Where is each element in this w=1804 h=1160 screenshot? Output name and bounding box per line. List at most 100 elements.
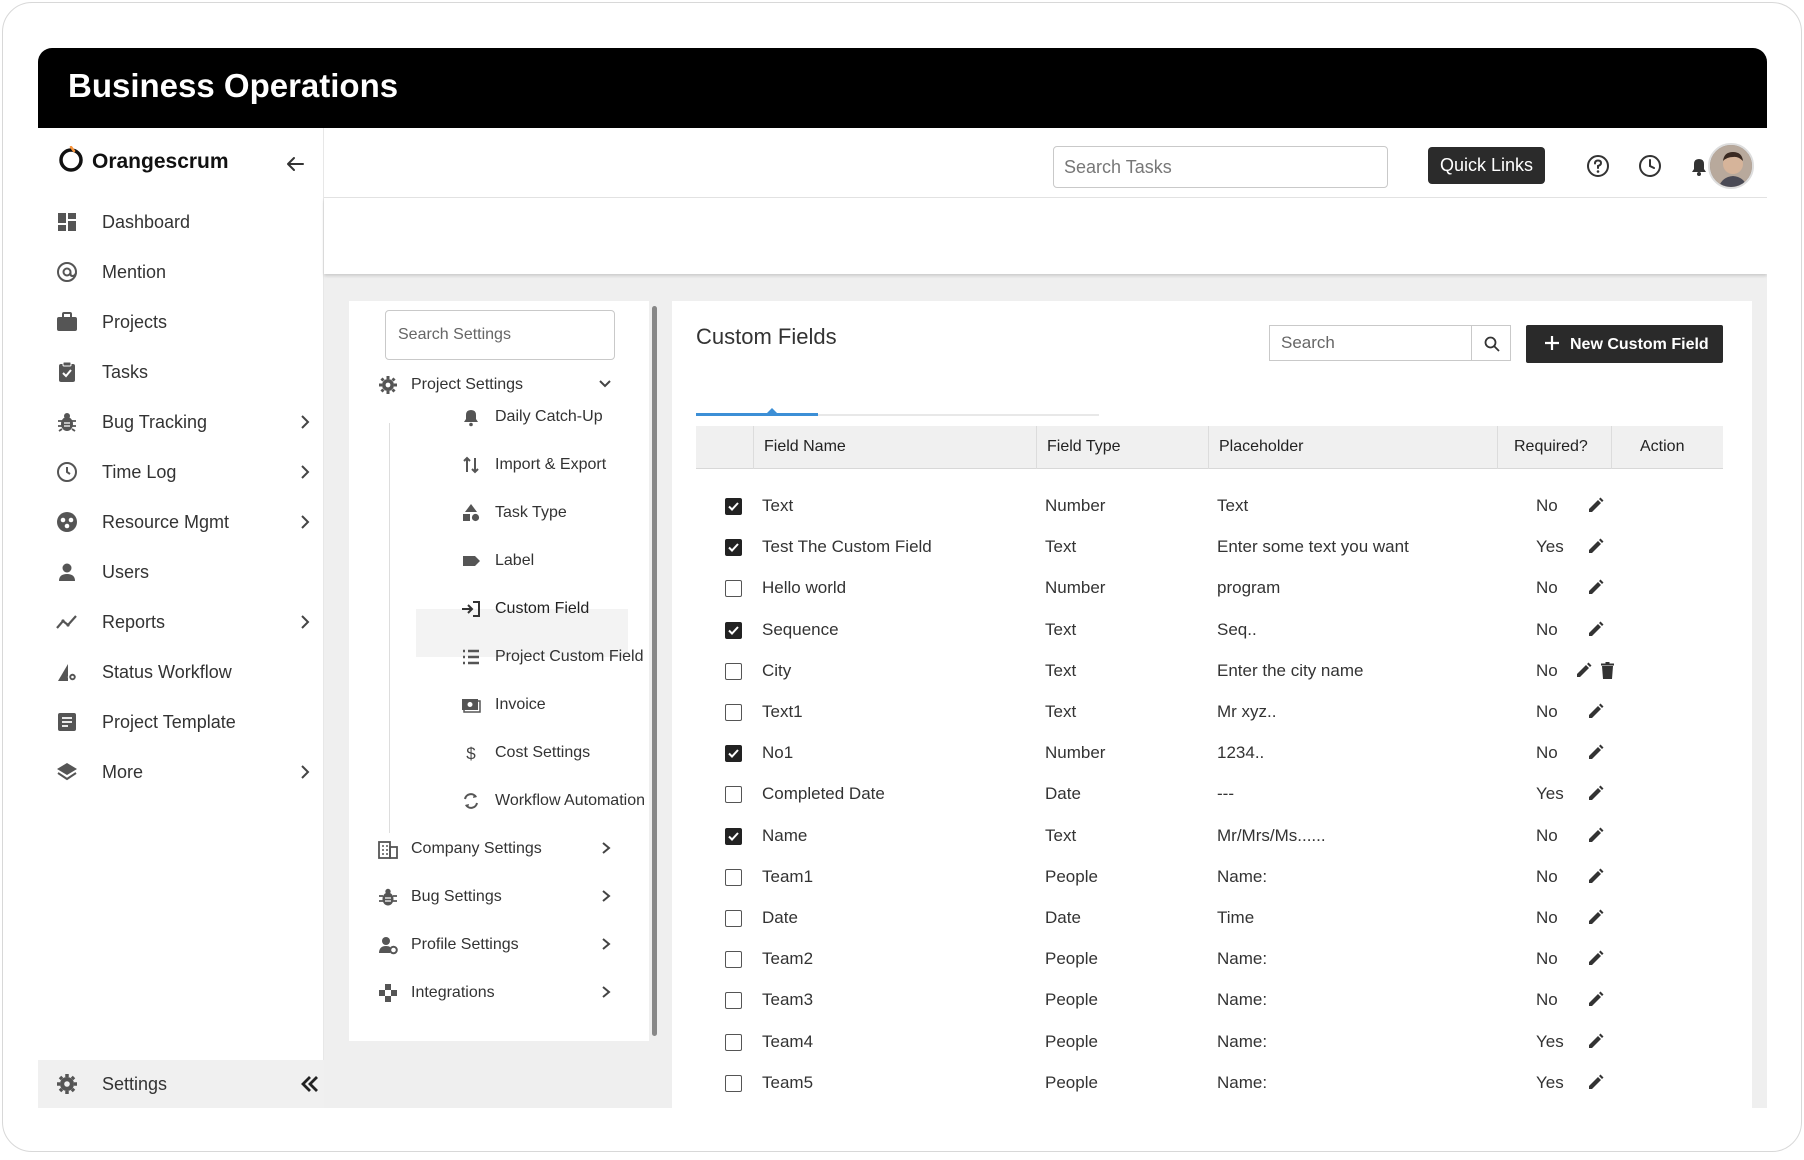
edit-icon[interactable] xyxy=(1586,620,1605,639)
edit-icon[interactable] xyxy=(1586,702,1605,721)
settings-item-text: Import & Export xyxy=(495,456,607,473)
row-checkbox[interactable] xyxy=(725,539,742,557)
cell-field-type: People xyxy=(1045,1072,1098,1092)
edit-icon[interactable] xyxy=(1586,578,1605,597)
clock-icon[interactable] xyxy=(1637,153,1663,179)
column-header-field-type[interactable]: Field Type xyxy=(1047,438,1121,456)
row-checkbox[interactable] xyxy=(725,1033,742,1051)
edit-icon[interactable] xyxy=(1586,990,1605,1009)
edit-icon[interactable] xyxy=(1586,743,1605,762)
settings-item-cost-settings[interactable]: $ Cost Settings xyxy=(458,730,628,776)
settings-item-import-export[interactable]: Import & Export xyxy=(458,442,628,488)
settings-group-company-settings[interactable]: Company Settings xyxy=(378,826,648,872)
custom-field-search-input[interactable] xyxy=(1269,325,1471,361)
column-header-required[interactable]: Required? xyxy=(1514,438,1588,456)
row-checkbox[interactable] xyxy=(725,580,742,598)
cell-field-type: People xyxy=(1045,949,1098,969)
settings-item-task-type[interactable]: Task Type xyxy=(458,490,628,536)
sidebar-item-more[interactable]: More xyxy=(38,750,324,794)
settings-item-workflow-automation[interactable]: Workflow Automation xyxy=(458,778,645,824)
settings-item-daily-catch-up[interactable]: Daily Catch-Up xyxy=(458,394,628,440)
table-row: Text Number Text No xyxy=(696,486,1723,527)
table-row: No1 Number 1234.. No xyxy=(696,733,1723,774)
table-row: City Text Enter the city name No xyxy=(696,651,1723,692)
edit-icon[interactable] xyxy=(1586,537,1605,556)
search-settings-input[interactable] xyxy=(385,310,615,360)
row-checkbox[interactable] xyxy=(725,662,742,680)
edit-icon[interactable] xyxy=(1586,908,1605,927)
cell-field-type: Text xyxy=(1045,537,1077,557)
collapse-double-chevron-icon[interactable] xyxy=(300,1075,320,1093)
cell-field-type: Number xyxy=(1045,496,1106,515)
sidebar-item-tasks[interactable]: Tasks xyxy=(38,350,324,394)
sidebar-item-project-template[interactable]: Project Template xyxy=(38,700,324,744)
edit-icon[interactable] xyxy=(1586,784,1605,803)
cell-placeholder: Enter some text you want xyxy=(1217,537,1409,557)
settings-panel-scrollbar[interactable] xyxy=(652,306,657,1036)
sidebar-item-projects[interactable]: Projects xyxy=(38,300,324,344)
row-checkbox[interactable] xyxy=(725,786,742,804)
settings-group-bug-settings[interactable]: Bug Settings xyxy=(378,874,648,920)
row-checkbox[interactable] xyxy=(725,951,742,969)
cell-placeholder: Text xyxy=(1217,496,1249,515)
edit-icon[interactable] xyxy=(1586,949,1605,968)
integrations-icon xyxy=(379,984,397,1002)
row-checkbox[interactable] xyxy=(725,745,742,763)
sidebar-item-resource-mgmt[interactable]: Resource Mgmt xyxy=(38,500,324,544)
resource-icon xyxy=(57,512,77,532)
edit-icon[interactable] xyxy=(1574,661,1593,680)
sidebar-item-settings[interactable]: Settings xyxy=(38,1060,324,1108)
cell-field-name: Sequence xyxy=(762,619,839,639)
edit-icon[interactable] xyxy=(1586,1073,1605,1092)
settings-group-label: Bug Settings xyxy=(411,888,502,905)
sidebar-item-reports[interactable]: Reports xyxy=(38,600,324,644)
sidebar-item-status-workflow[interactable]: Status Workflow xyxy=(38,650,324,694)
sidebar-item-label: Time Log xyxy=(102,462,177,482)
tab-active-indicator[interactable] xyxy=(696,413,818,416)
cell-placeholder: Name: xyxy=(1217,866,1268,886)
settings-item-custom-field[interactable]: Custom Field xyxy=(458,586,628,632)
row-checkbox[interactable] xyxy=(725,498,742,515)
cell-placeholder: 1234.. xyxy=(1217,743,1265,763)
sidebar-item-bug-tracking[interactable]: Bug Tracking xyxy=(38,400,324,444)
back-arrow-icon[interactable] xyxy=(283,152,307,176)
sidebar-item-users[interactable]: Users xyxy=(38,550,324,594)
at-icon xyxy=(57,262,77,282)
edit-icon[interactable] xyxy=(1586,867,1605,886)
settings-item-label[interactable]: Label xyxy=(458,538,628,584)
trash-icon[interactable] xyxy=(1598,661,1617,680)
row-checkbox[interactable] xyxy=(725,992,742,1010)
settings-item-text: Project Custom Field xyxy=(495,648,644,665)
sidebar-item-label: Mention xyxy=(102,262,167,282)
cell-placeholder: Enter the city name xyxy=(1217,660,1364,680)
row-checkbox[interactable] xyxy=(725,621,742,639)
cell-placeholder: Mr xyz.. xyxy=(1217,702,1277,721)
search-tasks-input[interactable] xyxy=(1053,146,1388,188)
row-checkbox[interactable] xyxy=(725,868,742,886)
edit-icon[interactable] xyxy=(1586,496,1605,515)
sidebar: Dashboard Mention Projects Tasks Bug Tra… xyxy=(38,198,324,1108)
column-header-field-name[interactable]: Field Name xyxy=(764,438,846,456)
row-checkbox[interactable] xyxy=(725,910,742,927)
avatar[interactable] xyxy=(1708,143,1754,189)
row-checkbox[interactable] xyxy=(725,827,742,845)
edit-icon[interactable] xyxy=(1586,826,1605,845)
edit-icon[interactable] xyxy=(1586,1032,1605,1051)
dashboard-icon xyxy=(58,213,76,231)
settings-group-profile-settings[interactable]: Profile Settings xyxy=(378,922,648,968)
sidebar-item-mention[interactable]: Mention xyxy=(38,250,324,294)
settings-item-invoice[interactable]: Invoice xyxy=(458,682,628,728)
quick-links-button[interactable]: Quick Links xyxy=(1428,147,1545,184)
settings-group-integrations[interactable]: Integrations xyxy=(378,970,648,1016)
sidebar-item-dashboard[interactable]: Dashboard xyxy=(38,200,324,244)
layers-icon xyxy=(57,763,77,781)
column-header-placeholder[interactable]: Placeholder xyxy=(1219,438,1304,456)
sidebar-item-time-log[interactable]: Time Log xyxy=(38,450,324,494)
help-icon[interactable] xyxy=(1585,153,1611,179)
row-checkbox[interactable] xyxy=(725,1074,742,1092)
brand-header: Orangescrum xyxy=(38,128,324,198)
settings-item-project-custom-field[interactable]: Project Custom Field xyxy=(458,634,644,680)
search-button[interactable] xyxy=(1471,325,1511,361)
new-custom-field-button[interactable]: New Custom Field xyxy=(1526,325,1723,363)
row-checkbox[interactable] xyxy=(725,704,742,721)
